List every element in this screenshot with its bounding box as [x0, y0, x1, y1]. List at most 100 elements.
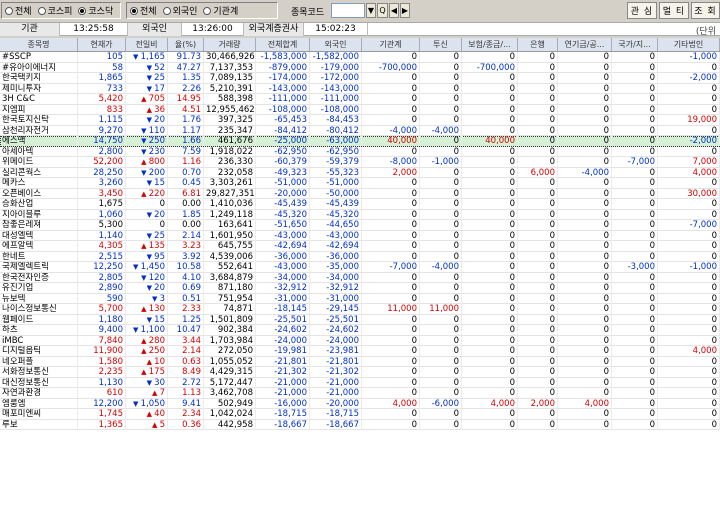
cell-name[interactable]: 메카스: [0, 178, 78, 188]
scope-radio-all[interactable]: 전체: [130, 4, 157, 17]
cell-name[interactable]: 뉴보텍: [0, 293, 78, 304]
cell-name[interactable]: 위메이드: [0, 157, 78, 167]
code-input[interactable]: [331, 3, 365, 18]
cell-name[interactable]: 오픈베이스: [0, 188, 78, 199]
cell-name[interactable]: 엠룸엠: [0, 398, 78, 409]
column-header-total[interactable]: 전체합계: [256, 38, 310, 51]
cell-name[interactable]: 디지털옵틱: [0, 346, 78, 356]
column-header-trust[interactable]: 투신: [420, 38, 462, 51]
cell-name[interactable]: 자연과환경: [0, 388, 78, 398]
column-header-chg[interactable]: 전일비: [126, 38, 168, 51]
market-radio-kosdaq[interactable]: 코스닥: [78, 4, 113, 17]
table-row[interactable]: 자연과환경 610 ▲ 7 1.13 3,462,708 -21,000 -21,000 0 0…: [0, 388, 720, 399]
table-row[interactable]: 아세아텍 2,800 ▼ 230 7.59 1,918,022 -62,950 -62,95…: [0, 146, 720, 157]
table-row[interactable]: 뉴보텍 590 ▼ 3 0.51 751,954 -31,000 -31,000 0 0 0 0 0 0…: [0, 293, 720, 304]
table-row[interactable]: #SSCP 105 ▼ 1,165 91.73 30,466,926 -1,583,000…: [0, 52, 720, 63]
market-radio-kospi[interactable]: 코스피: [37, 4, 72, 17]
cell-name[interactable]: 한국전자인증: [0, 272, 78, 283]
cell-name[interactable]: 서화정보통신: [0, 367, 78, 377]
table-row[interactable]: 위메이드 52,200 ▲ 800 1.16 236,330 -60,379 -59,379…: [0, 157, 720, 168]
table-row[interactable]: 오픈베이스 3,450 ▲ 220 6.81 29,827,351 -20,000 -50,…: [0, 188, 720, 199]
column-header-vol[interactable]: 거래량: [204, 38, 256, 51]
table-row[interactable]: 루보 1,365 ▲ 5 0.36 442,958 -18,667 -18,667 0 0 0 0 0…: [0, 419, 720, 430]
market-radio-all[interactable]: 전체: [5, 4, 32, 17]
table-row[interactable]: 엠룸엠 12,200 ▼ 1,050 9.41 502,949 -16,000 -20,00…: [0, 398, 720, 409]
table-row[interactable]: 한네트 2,515 ▼ 95 3.92 4,539,006 -36,000 -36,000 0…: [0, 251, 720, 262]
cell-name[interactable]: 에스맥: [0, 136, 78, 146]
scope-radio-foreign[interactable]: 외국인: [162, 4, 197, 17]
column-header-bank[interactable]: 은행: [518, 38, 558, 51]
column-header-rate[interactable]: 율(%): [168, 38, 204, 51]
cell-name[interactable]: 한국토지신탁: [0, 115, 78, 125]
column-header-nat[interactable]: 국가/지...: [612, 38, 658, 51]
cell-name[interactable]: 나이스정보통신: [0, 304, 78, 314]
cell-name[interactable]: 한국택키지: [0, 73, 78, 83]
table-row[interactable]: 디지털옵틱 11,900 ▲ 250 2.14 272,050 -19,981 -23,98…: [0, 346, 720, 357]
scope-radio-institution[interactable]: 기관계: [203, 4, 238, 17]
cell-name[interactable]: 루보: [0, 419, 78, 430]
cell-name[interactable]: 대성엘텍: [0, 230, 78, 241]
prev-button[interactable]: ◀: [389, 3, 399, 18]
cell-name[interactable]: 웹페이드: [0, 314, 78, 325]
column-header-etc[interactable]: 기타법인: [658, 38, 720, 51]
table-row[interactable]: 실리콘웍스 28,250 ▼ 200 0.70 232,058 -49,323 -55,32…: [0, 167, 720, 178]
table-row[interactable]: 국제엘렉트릭 12,250 ▼ 1,450 10.58 552,641 -43,000 -3…: [0, 262, 720, 273]
cell-name[interactable]: #SSCP: [0, 52, 78, 62]
column-header-pen[interactable]: 연기금/공...: [558, 38, 612, 51]
column-header-price[interactable]: 현재가: [78, 38, 126, 51]
favorites-button[interactable]: 관 심: [627, 2, 657, 19]
table-row[interactable]: 3H C&C 5,420 ▲ 705 14.95 588,398 -111,000 -111…: [0, 94, 720, 105]
next-button[interactable]: ▶: [400, 3, 410, 18]
table-row[interactable]: 삼천리자전거 9,270 ▼ 110 1.17 235,347 -84,412 -80,41…: [0, 125, 720, 136]
cell-name[interactable]: #유아이에너지: [0, 62, 78, 73]
cell-name[interactable]: 실리콘웍스: [0, 167, 78, 178]
cell-name[interactable]: 참좋은레져: [0, 220, 78, 230]
cell-name[interactable]: 하츠: [0, 325, 78, 335]
table-row[interactable]: 대성엘텍 1,140 ▼ 25 2.14 1,601,950 -43,000 -43,000…: [0, 230, 720, 241]
table-row[interactable]: 한국전자인증 2,805 ▼ 120 4.10 3,684,879 -34,000 -34,…: [0, 272, 720, 283]
investor-trading-table[interactable]: 종목명 현재가 전일비 율(%) 거래량 전체합계 외국인 기관계 투신 보험/종금/... 은행 연…: [0, 38, 720, 514]
table-row[interactable]: #유아이에너지 58 ▼ 52 47.27 7,137,353 -879,000 -179,…: [0, 62, 720, 73]
code-search-button[interactable]: Q: [377, 3, 388, 18]
table-row[interactable]: 유진기업 2,890 ▼ 20 0.69 871,180 -32,912 -32,912 0 0…: [0, 283, 720, 294]
table-row[interactable]: 서화정보통신 2,235 ▲ 175 8.49 4,429,315 -21,302 -21,…: [0, 367, 720, 378]
cell-name[interactable]: 제미니투자: [0, 83, 78, 94]
search-query-button[interactable]: 조 회: [691, 2, 720, 19]
cell-name[interactable]: 매포미엔씨: [0, 409, 78, 419]
table-row[interactable]: 참좋은레져 5,300 0 0.00 163,641 -51,650 -44,650 0 0 0 0…: [0, 220, 720, 231]
table-row[interactable]: 대신정보통신 1,130 ▼ 30 2.72 5,172,447 -21,000 -21,0…: [0, 377, 720, 388]
code-dropdown-button[interactable]: ▼: [366, 3, 376, 18]
column-header-foreign[interactable]: 외국인: [310, 38, 362, 51]
cell-name[interactable]: 지엠피: [0, 104, 78, 115]
cell-name[interactable]: 삼천리자전거: [0, 125, 78, 136]
cell-name[interactable]: 아세아텍: [0, 146, 78, 157]
cell-name[interactable]: 대신정보통신: [0, 377, 78, 388]
table-row[interactable]: 지엠피 833 ▲ 36 4.51 12,955,462 -108,000 -108,000…: [0, 104, 720, 115]
table-row[interactable]: 에프알텍 4,305 ▲ 135 3.23 645,755 -42,694 -42,694 0…: [0, 241, 720, 252]
table-row[interactable]: 지아이블루 1,060 ▼ 20 1.85 1,249,118 -45,320 -45,32…: [0, 209, 720, 220]
cell-name[interactable]: iMBC: [0, 335, 78, 346]
table-row[interactable]: 웹페이드 1,180 ▼ 15 1.25 1,501,809 -25,501 -25,501…: [0, 314, 720, 325]
cell-name[interactable]: 네오퍼플: [0, 356, 78, 367]
column-header-inst[interactable]: 기관계: [362, 38, 420, 51]
column-header-ins[interactable]: 보험/종금/...: [462, 38, 518, 51]
cell-name[interactable]: 유진기업: [0, 283, 78, 293]
cell-name[interactable]: 에프알텍: [0, 241, 78, 251]
cell-name[interactable]: 3H C&C: [0, 94, 78, 104]
cell-name[interactable]: 국제엘렉트릭: [0, 262, 78, 272]
column-header-name[interactable]: 종목명: [0, 38, 78, 51]
table-row[interactable]: 에스맥 14,750 ▼ 250 1.66 461,676 -25,000 -63,000 4…: [0, 136, 720, 147]
table-row[interactable]: 나이스정보통신 5,700 ▲ 130 2.33 74,871 -18,145 -29,14…: [0, 304, 720, 315]
table-row[interactable]: iMBC 7,840 ▲ 280 3.44 1,703,984 -24,000 -24,00…: [0, 335, 720, 346]
multi-button[interactable]: 멀 티: [659, 2, 689, 19]
table-row[interactable]: 제미니투자 733 ▼ 17 2.26 5,210,391 -143,000 -143,00…: [0, 83, 720, 94]
cell-name[interactable]: 지아이블루: [0, 209, 78, 220]
table-row[interactable]: 한국토지신탁 1,115 ▼ 20 1.76 397,325 -65,453 -84,453…: [0, 115, 720, 126]
cell-name[interactable]: 승화산업: [0, 199, 78, 209]
table-row[interactable]: 승화산업 1,675 0 0.00 1,410,036 -45,439 -45,439 0 0 0…: [0, 199, 720, 210]
table-row[interactable]: 하츠 9,400 ▼ 1,100 10.47 902,384 -24,602 -24,602…: [0, 325, 720, 336]
table-row[interactable]: 메카스 3,260 ▼ 15 0.45 3,303,261 -51,000 -51,000 0…: [0, 178, 720, 189]
table-row[interactable]: 매포미엔씨 1,745 ▲ 40 2.34 1,042,024 -18,715 -18,71…: [0, 409, 720, 420]
table-row[interactable]: 한국택키지 1,865 ▼ 25 1.35 7,089,135 -174,000 -172,…: [0, 73, 720, 84]
cell-name[interactable]: 한네트: [0, 251, 78, 262]
